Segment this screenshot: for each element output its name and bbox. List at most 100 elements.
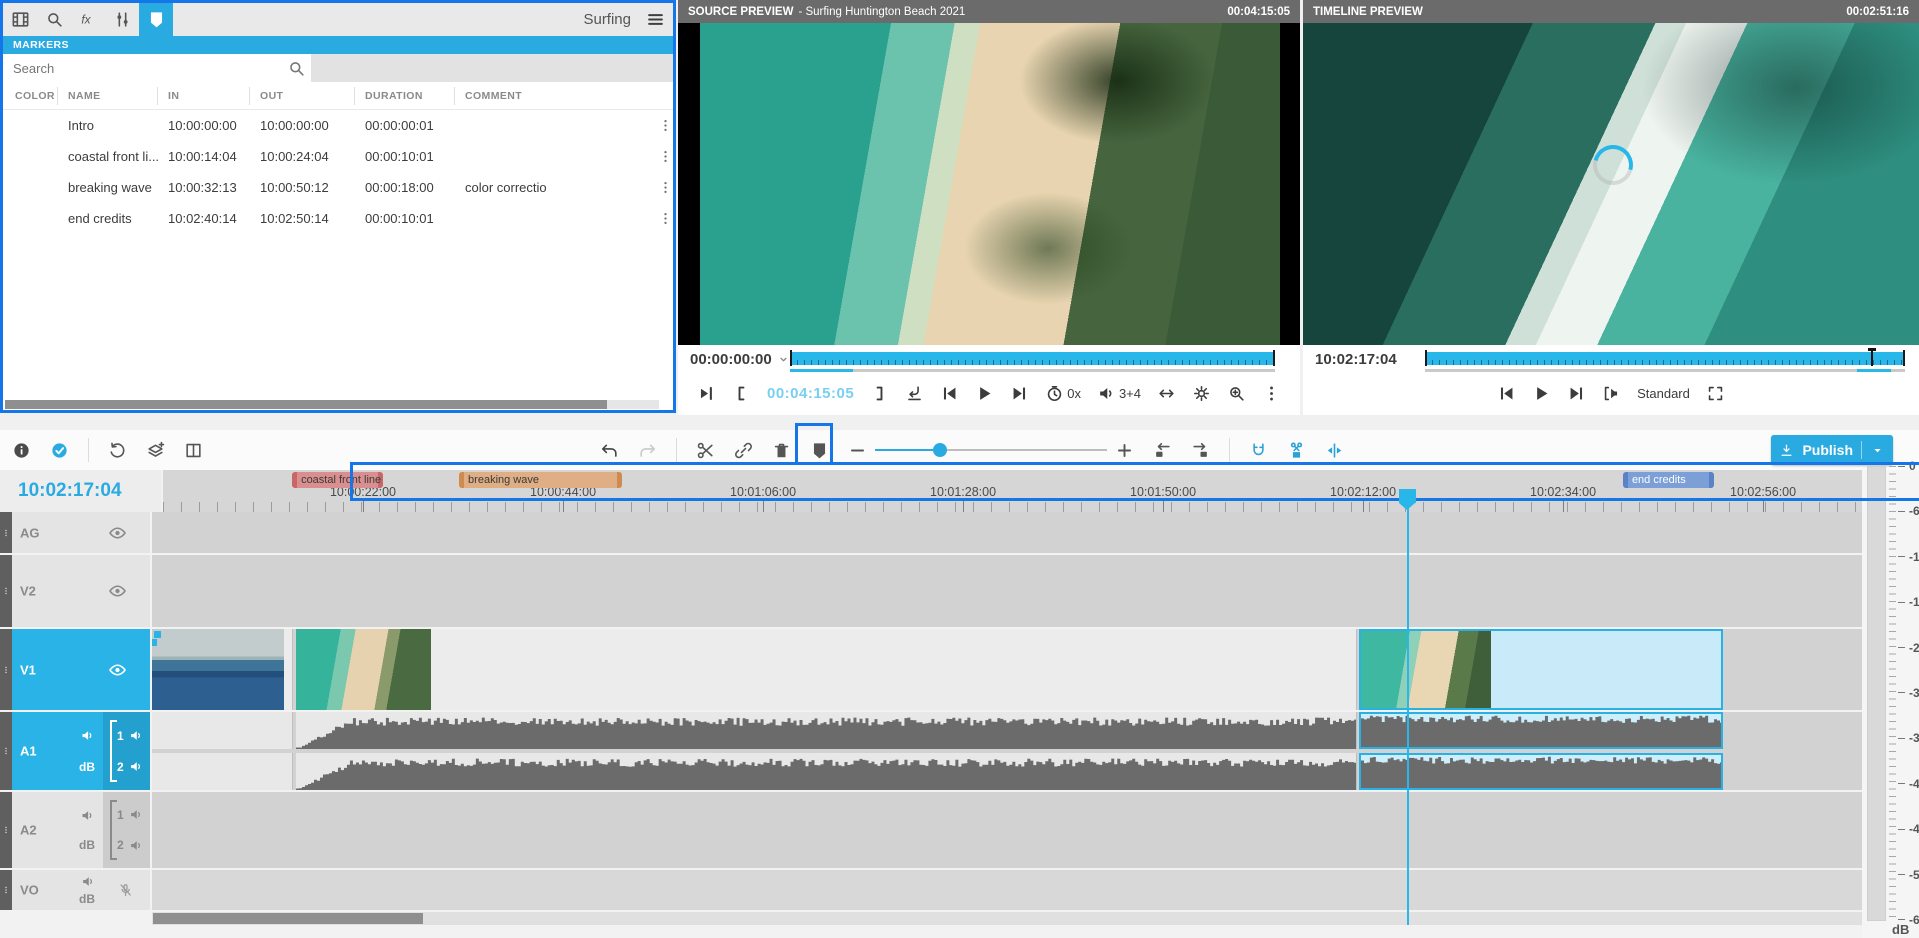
tab-search[interactable] — [37, 3, 71, 36]
audio-clip[interactable] — [152, 753, 293, 790]
ruler-marker[interactable]: end credits — [1623, 472, 1714, 488]
publish-dropdown-icon[interactable] — [1870, 443, 1885, 458]
redo-icon[interactable] — [638, 441, 657, 460]
ruler-marker[interactable]: coastal front line — [292, 472, 383, 488]
timeline-hscrollbar[interactable] — [152, 912, 1862, 925]
db-button[interactable]: dB — [79, 838, 95, 852]
playhead-handle[interactable] — [1399, 489, 1416, 503]
add-marker-icon[interactable] — [810, 441, 829, 460]
playhead-line[interactable] — [1407, 502, 1409, 925]
razor-icon[interactable] — [1287, 441, 1306, 460]
previous-frame-icon[interactable] — [940, 384, 959, 403]
track-header-v2[interactable]: V2 — [0, 555, 150, 627]
audio-clip[interactable] — [296, 753, 1357, 790]
fullscreen-icon[interactable] — [1706, 384, 1725, 403]
marker-row[interactable]: breaking wave10:00:32:1310:00:50:1200:00… — [3, 172, 673, 203]
db-button[interactable]: dB — [79, 760, 95, 774]
add-layer-icon[interactable] — [146, 441, 165, 460]
mark-in-icon[interactable] — [732, 384, 751, 403]
insert-left-icon[interactable] — [1153, 441, 1172, 460]
play-icon[interactable] — [1532, 384, 1551, 403]
mark-out-icon[interactable] — [870, 384, 889, 403]
insert-to-timeline-icon[interactable] — [905, 384, 924, 403]
track-header-ag[interactable]: AG — [0, 512, 150, 553]
zoom-slider-track[interactable] — [875, 449, 1107, 451]
track-header-a1[interactable]: A1 dB 1 2 — [0, 712, 150, 790]
search-input-icon[interactable] — [287, 59, 306, 78]
track-lane-a2[interactable] — [152, 792, 1862, 868]
zoom-out-icon[interactable] — [848, 441, 867, 460]
tab-settings[interactable] — [105, 3, 139, 36]
delete-icon[interactable] — [772, 441, 791, 460]
speaker-icon[interactable] — [80, 874, 95, 889]
track-lane-vo[interactable] — [152, 870, 1862, 910]
zoom-slider-handle[interactable] — [933, 443, 947, 457]
drag-handle[interactable] — [0, 555, 12, 627]
undo-icon[interactable] — [600, 441, 619, 460]
audio-clip-selected[interactable] — [1359, 712, 1723, 749]
match-frame-icon[interactable] — [1157, 384, 1176, 403]
split-view-icon[interactable] — [184, 441, 203, 460]
zoom-in-icon[interactable] — [1227, 384, 1246, 403]
snapping-icon[interactable] — [1249, 441, 1268, 460]
drag-handle[interactable] — [0, 792, 12, 868]
goto-in-icon[interactable] — [697, 384, 716, 403]
playback-speed-control[interactable]: 0x — [1045, 384, 1081, 403]
quality-selector[interactable]: Standard — [1637, 386, 1690, 401]
cut-icon[interactable] — [696, 441, 715, 460]
drag-handle[interactable] — [0, 712, 12, 790]
eye-icon[interactable] — [108, 660, 127, 679]
channel-1[interactable]: 1 — [117, 728, 150, 743]
track-lane-v1[interactable] — [152, 629, 1862, 710]
scrubber-playhead[interactable] — [1871, 348, 1873, 366]
zoom-in-icon[interactable] — [1115, 441, 1134, 460]
channel-2[interactable]: 2 — [117, 759, 150, 774]
speaker-icon[interactable] — [80, 728, 95, 743]
marker-row[interactable]: coastal front li...10:00:14:0410:00:24:0… — [3, 141, 673, 172]
timeline-scrubber[interactable] — [1425, 352, 1905, 365]
speaker-icon[interactable] — [80, 808, 95, 823]
audio-clip-selected[interactable] — [1359, 753, 1723, 790]
marker-row[interactable]: Intro10:00:00:0010:00:00:0000:00:00:01 — [3, 110, 673, 141]
gear-icon[interactable] — [1192, 384, 1211, 403]
track-lane-a1[interactable] — [152, 712, 1862, 790]
search-input[interactable] — [3, 54, 311, 82]
history-icon[interactable] — [108, 441, 127, 460]
timeline-video-viewport[interactable] — [1303, 23, 1919, 345]
mic-muted-icon[interactable] — [118, 883, 133, 898]
insert-right-icon[interactable] — [1191, 441, 1210, 460]
audio-clip[interactable] — [152, 712, 293, 749]
drag-handle[interactable] — [0, 512, 12, 553]
source-scrubber[interactable] — [790, 352, 1275, 365]
audio-clip[interactable] — [296, 712, 1357, 749]
tab-bins[interactable] — [3, 3, 37, 36]
track-lane-v2[interactable] — [152, 555, 1862, 627]
drag-handle[interactable] — [0, 629, 12, 710]
video-clip[interactable] — [296, 629, 1357, 710]
source-current-timecode[interactable]: 00:00:00:00 — [690, 351, 791, 368]
timeline-ruler[interactable]: 10:00:22:0010:00:44:0010:01:06:0010:01:2… — [163, 470, 1919, 512]
audio-monitor-icon[interactable] — [1602, 384, 1621, 403]
eye-icon[interactable] — [108, 582, 127, 601]
scrollbar-thumb[interactable] — [153, 913, 423, 924]
ruler-marker[interactable]: breaking wave — [459, 472, 622, 488]
play-icon[interactable] — [975, 384, 994, 403]
previous-frame-icon[interactable] — [1497, 384, 1516, 403]
eye-icon[interactable] — [108, 523, 127, 542]
publish-button[interactable]: Publish — [1771, 435, 1893, 465]
tab-markers[interactable] — [139, 3, 173, 36]
video-clip-selected[interactable] — [1359, 629, 1723, 710]
approve-icon[interactable] — [50, 441, 69, 460]
row-options-icon[interactable] — [647, 118, 673, 133]
channel-2[interactable]: 2 — [117, 838, 150, 853]
markers-panel-hscrollbar[interactable] — [5, 400, 659, 409]
track-header-a2[interactable]: A2 dB 1 2 — [0, 792, 150, 868]
row-options-icon[interactable] — [647, 149, 673, 164]
more-options-icon[interactable] — [1262, 384, 1281, 403]
video-clip[interactable] — [152, 629, 293, 710]
menu-icon[interactable] — [646, 3, 665, 36]
trim-icon[interactable] — [1325, 441, 1344, 460]
next-frame-icon[interactable] — [1567, 384, 1586, 403]
row-options-icon[interactable] — [647, 211, 673, 226]
channel-1[interactable]: 1 — [117, 807, 150, 822]
